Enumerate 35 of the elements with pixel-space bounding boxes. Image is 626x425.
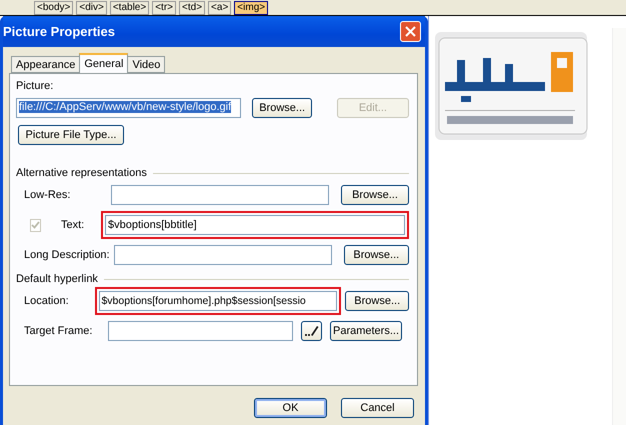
- group-title: Alternative representations: [16, 167, 147, 179]
- tag-breadcrumb[interactable]: <tr>: [152, 0, 176, 14]
- field-label: Location:: [24, 295, 70, 307]
- dialog-button[interactable]: Cancel: [341, 398, 414, 418]
- field-label: Picture:: [16, 80, 54, 94]
- tag-breadcrumb[interactable]: <a>: [208, 0, 232, 14]
- close-button[interactable]: [400, 21, 421, 42]
- close-icon: [405, 26, 416, 37]
- tag-breadcrumb[interactable]: <table>: [110, 0, 150, 14]
- tab[interactable]: Appearance: [11, 56, 80, 73]
- picture-path-field[interactable]: file:///C:/AppServ/www/vb/new-style/logo.gif: [16, 98, 242, 118]
- text-field[interactable]: [110, 185, 329, 205]
- field-label: Low-Res:: [24, 189, 72, 201]
- dialog-button[interactable]: OK: [254, 398, 327, 418]
- browse-button[interactable]: Browse...: [252, 98, 312, 118]
- tag-breadcrumb[interactable]: <img>: [234, 0, 268, 14]
- tab[interactable]: Video: [127, 56, 166, 73]
- browse-button[interactable]: Browse...: [345, 291, 409, 311]
- field-label: Long Description:: [24, 249, 110, 261]
- text-field[interactable]: $vboptions[forumhome].php$session[sessio: [99, 291, 338, 311]
- browse-button[interactable]: Browse...: [344, 245, 409, 265]
- text-field[interactable]: [108, 321, 293, 341]
- field-label: Text:: [60, 219, 85, 231]
- browse-button[interactable]: Browse...: [340, 185, 409, 205]
- pencil-button[interactable]: [301, 321, 322, 341]
- tab[interactable]: General: [79, 53, 128, 73]
- text-field[interactable]: [114, 245, 332, 265]
- tag-breadcrumb[interactable]: <body>: [34, 0, 74, 14]
- browse-button[interactable]: Parameters...: [330, 321, 402, 341]
- field-label: Target Frame:: [24, 325, 94, 337]
- tag-breadcrumb[interactable]: <div>: [76, 0, 107, 14]
- window-title: Picture Properties: [3, 24, 115, 39]
- group-title: Default hyperlink: [16, 273, 98, 285]
- tag-breadcrumb[interactable]: <td>: [179, 0, 206, 14]
- file-type-button[interactable]: Picture File Type...: [18, 125, 124, 145]
